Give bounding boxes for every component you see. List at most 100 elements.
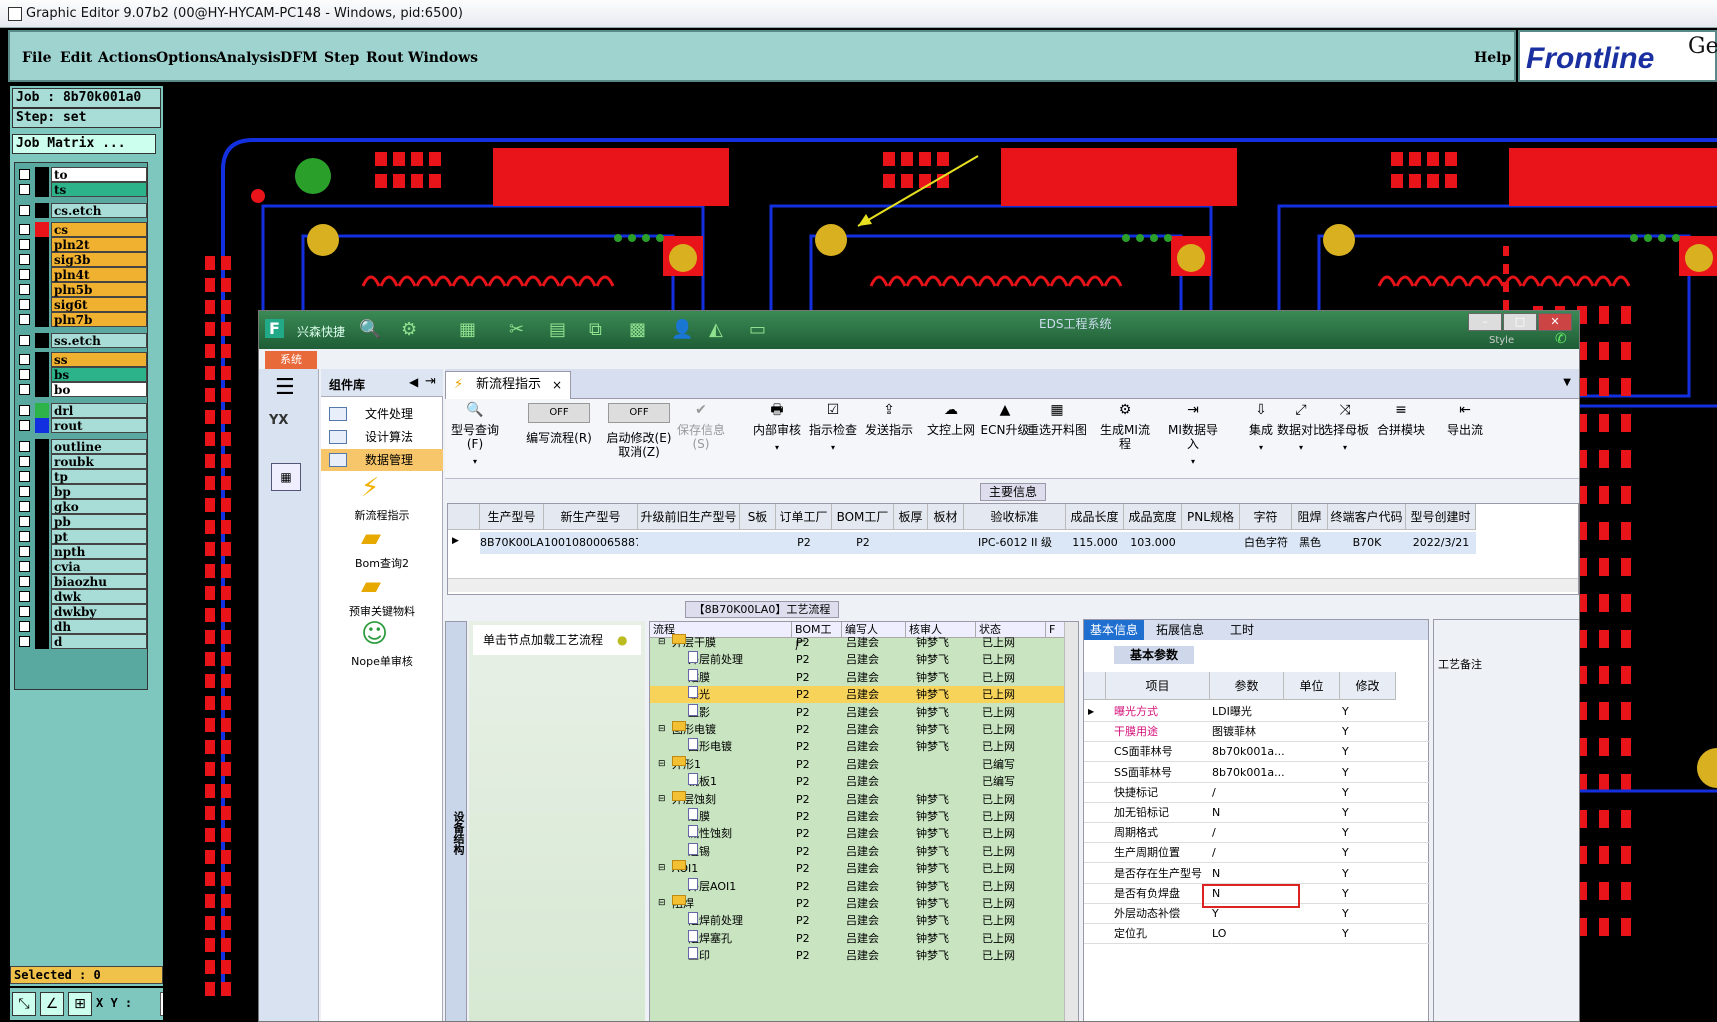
param-value[interactable]: / [1212,843,1284,863]
zoom-icon[interactable]: ⤡ [12,992,36,1016]
tab-close-icon[interactable]: × [552,372,562,398]
layer-checkbox[interactable] [19,314,30,325]
layer-checkbox[interactable] [19,456,30,467]
grid-cell-10[interactable]: 103.000 [1124,532,1182,554]
param-row[interactable]: 是否存在生产型号 N Y [1084,864,1430,884]
param-value[interactable]: 8b70k001a... [1212,742,1284,762]
layer-checkbox[interactable] [19,284,30,295]
menu-edit[interactable]: Edit [60,50,92,66]
layer-checkbox[interactable] [19,531,30,542]
tree-row[interactable]: 阻焊塞孔 P2 吕建会 钟梦飞 已上网 [650,929,1078,947]
param-value[interactable]: N [1212,864,1284,884]
hamburger-icon[interactable]: ☰ [275,375,295,400]
tree-row[interactable]: 退膜 P2 吕建会 钟梦飞 已上网 [650,808,1078,825]
grid-cell-1[interactable]: 10010800065887 [544,532,638,554]
dropdown-arrow-icon[interactable]: ▾ [803,441,863,455]
measure-icon[interactable]: ∠ [40,992,64,1016]
layer-row-bp[interactable]: bp [17,484,147,499]
grid-cell-12[interactable]: 白色字符 [1240,532,1292,554]
layer-row-pb[interactable]: pb [17,514,147,529]
layer-checkbox[interactable] [19,405,30,416]
prereview-item[interactable]: 预审关键物料 [321,603,443,619]
layer-checkbox[interactable] [19,576,30,587]
layer-checkbox[interactable] [19,501,30,512]
phone-icon[interactable]: ✆ [1555,331,1567,347]
layer-checkbox[interactable] [19,205,30,216]
param-row[interactable]: 干膜用途 图镀菲林 Y [1084,722,1430,743]
tree-row[interactable]: ⊟ 阻焊 P2 吕建会 钟梦飞 已上网 [650,895,1078,912]
grid-cell-4[interactable]: P2 [776,532,832,554]
layer-row-to[interactable]: to [17,167,147,182]
grid-header-12[interactable]: 字符 [1240,504,1292,530]
monitor-icon[interactable]: ▭ [749,319,766,340]
tab-new-flow[interactable]: ⚡ 新流程指示 × [445,371,571,399]
layer-row-tp[interactable]: tp [17,469,147,484]
layer-row-sig3b[interactable]: sig3b [17,252,147,267]
layer-row-cs.etch[interactable]: cs.etch [17,203,147,218]
grid-cell-0[interactable]: 8B70K00LA0 [480,532,544,554]
layer-row-pln7b[interactable]: pln7b [17,312,147,327]
param-value[interactable]: / [1212,783,1284,803]
chart-icon[interactable]: ◭ [709,319,723,340]
expand-icon[interactable]: ⊟ [658,791,666,808]
tree-row[interactable]: ⊟ 图形电镀 P2 吕建会 钟梦飞 已上网 [650,721,1078,738]
close-button[interactable]: ✕ [1538,313,1572,331]
layer-row-bs[interactable]: bs [17,367,147,382]
grid-icon[interactable]: ⊞ [68,992,92,1016]
layer-row-outline[interactable]: outline [17,439,147,454]
dropdown-arrow-icon[interactable]: ▾ [747,441,807,455]
param-row[interactable]: 定位孔 LO Y [1084,924,1430,945]
param-value[interactable]: 图镀菲林 [1212,722,1284,742]
layer-checkbox[interactable] [19,239,30,250]
grid-header-9[interactable]: 成品长度 [1066,504,1124,530]
toolbar-btn-15[interactable]: ≡ 合拼模块 [1371,403,1431,437]
layer-row-npth[interactable]: npth [17,544,147,559]
component-design-algorithm[interactable]: 设计算法 [321,426,443,448]
param-row[interactable]: 周期格式 / Y [1084,823,1430,844]
expand-icon[interactable]: ⊟ [658,756,666,773]
grid-header-5[interactable]: BOM工厂 [832,504,894,530]
toolbar-btn-7[interactable]: ☁ 文控上网 [921,403,981,437]
layer-row-roubk[interactable]: roubk [17,454,147,469]
grid-header-10[interactable]: 成品宽度 [1124,504,1182,530]
tree-row[interactable]: ⊟ 外形1 P2 吕建会 已编写 [650,755,1078,773]
toolbar-btn-8[interactable]: ▲ ECN升级 [975,403,1035,437]
layer-row-dwkby[interactable]: dwkby [17,604,147,619]
grid-header-3[interactable]: S板 [740,504,776,530]
layer-row-pln4t[interactable]: pln4t [17,267,147,282]
layer-row-bo[interactable]: bo [17,382,147,397]
layer-row-cvia[interactable]: cvia [17,559,147,574]
toolbar-btn-14[interactable]: ⤨ 选择母板 ▾ [1315,403,1375,455]
layer-row-rout[interactable]: rout [17,418,147,433]
collapse-left-icon[interactable]: ◀ [409,375,418,389]
layer-row-biaozhu[interactable]: biaozhu [17,574,147,589]
user-icon[interactable]: 👤 [671,319,693,340]
grid-cell-6[interactable] [894,532,928,554]
layer-checkbox[interactable] [19,441,30,452]
tree-row[interactable]: 贴膜 P2 吕建会 钟梦飞 已上网 [650,668,1078,686]
calculator-icon[interactable]: ▦ [271,463,301,491]
grid-view-icon[interactable]: ▩ [629,319,646,340]
expand-icon[interactable]: ⊟ [658,860,666,877]
new-flow-item[interactable]: 新流程指示 [321,507,443,523]
param-value[interactable]: N [1212,803,1284,823]
layer-checkbox[interactable] [19,471,30,482]
layer-checkbox[interactable] [19,606,30,617]
grid-header-11[interactable]: PNL规格 [1182,504,1240,530]
param-value[interactable]: LO [1212,924,1284,944]
layer-checkbox[interactable] [19,621,30,632]
tree-row[interactable]: 阻焊前处理 P2 吕建会 钟梦飞 已上网 [650,912,1078,929]
grid-header-2[interactable]: 升级前旧生产型号 [638,504,740,530]
expand-icon[interactable]: ⊟ [658,721,666,738]
tab-dropdown-icon[interactable]: ▼ [1563,377,1571,388]
layer-checkbox[interactable] [19,486,30,497]
menu-help[interactable]: Help [1474,50,1511,66]
lightning-icon[interactable]: ⚡ [361,473,379,503]
menu-dfm[interactable]: DFM [280,50,318,66]
param-header-0[interactable]: 项目 [1106,672,1210,700]
grid-cell-3[interactable] [740,532,776,554]
maximize-button[interactable]: □ [1503,313,1537,331]
folder-open-icon[interactable]: ▰ [361,571,381,601]
layer-checkbox[interactable] [19,561,30,572]
grid-header-4[interactable]: 订单工厂 [776,504,832,530]
